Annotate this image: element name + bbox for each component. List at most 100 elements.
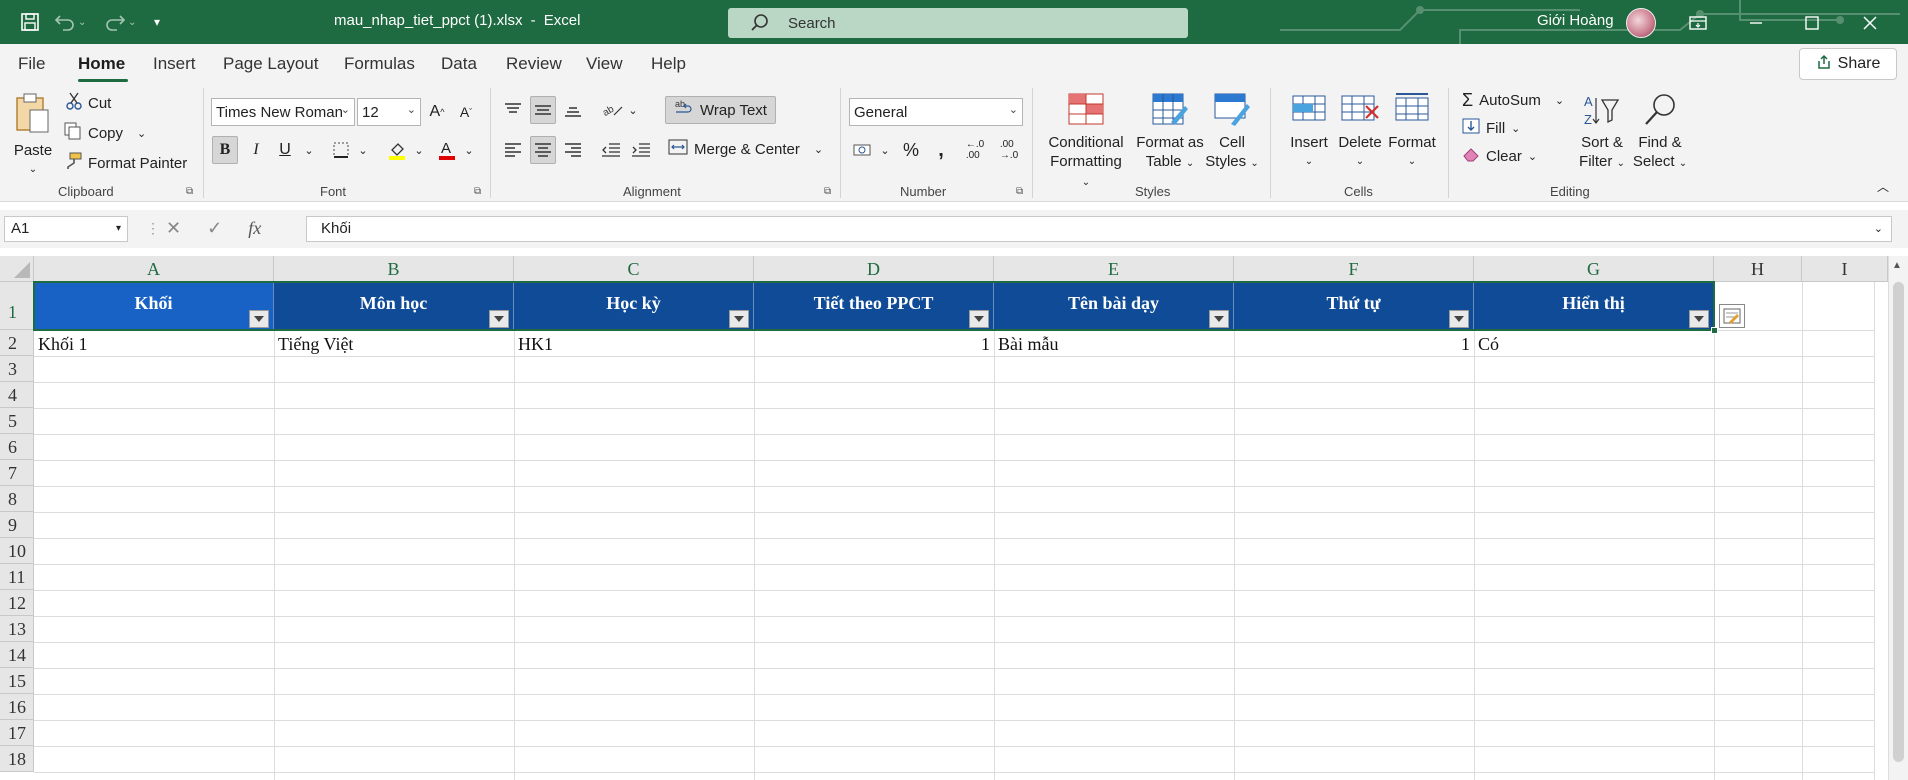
merge-center-button[interactable]: Merge & Center ⌄ xyxy=(668,138,823,160)
merge-dropdown-icon[interactable]: ⌄ xyxy=(814,143,823,156)
row-header-1[interactable]: 1 xyxy=(0,282,34,330)
cell-styles-button[interactable]: Cell Styles ⌄ xyxy=(1204,92,1260,173)
row-header-18[interactable]: 18 xyxy=(0,746,34,772)
format-cells-button[interactable]: Format ⌄ xyxy=(1388,92,1436,171)
decrease-indent-icon[interactable] xyxy=(598,136,624,164)
row-header-13[interactable]: 13 xyxy=(0,616,34,642)
italic-button[interactable]: I xyxy=(243,136,269,164)
filter-dropdown-icon[interactable] xyxy=(1689,310,1709,328)
row-header-8[interactable]: 8 xyxy=(0,486,34,512)
enter-icon[interactable]: ✓ xyxy=(207,218,222,239)
filter-dropdown-icon[interactable] xyxy=(489,310,509,328)
formula-input[interactable]: Khối ⌄ xyxy=(306,216,1892,242)
font-name-select[interactable]: Times New Roman ⌄ xyxy=(211,98,355,126)
maximize-icon[interactable] xyxy=(1800,12,1824,34)
row-header-5[interactable]: 5 xyxy=(0,408,34,434)
row-header-17[interactable]: 17 xyxy=(0,720,34,746)
table-cell[interactable]: Khối 1 xyxy=(34,332,274,356)
share-button[interactable]: Share xyxy=(1799,48,1897,80)
table-header-cell[interactable]: Học kỳ xyxy=(514,282,754,330)
save-icon[interactable] xyxy=(20,11,40,33)
clear-dropdown-icon[interactable]: ⌄ xyxy=(1528,150,1537,163)
scroll-up-icon[interactable]: ▲ xyxy=(1892,260,1902,271)
avatar[interactable] xyxy=(1626,8,1656,38)
quick-analysis-icon[interactable] xyxy=(1719,304,1745,328)
percent-icon[interactable]: % xyxy=(898,136,924,164)
copy-button[interactable]: Copy ⌄ xyxy=(64,122,146,144)
row-header-11[interactable]: 11 xyxy=(0,564,34,590)
increase-font-icon[interactable]: A ^ xyxy=(424,98,450,126)
autosum-dropdown-icon[interactable]: ⌄ xyxy=(1555,94,1564,107)
copy-dropdown-icon[interactable]: ⌄ xyxy=(137,127,146,140)
decrease-decimal-icon[interactable]: .00 →.0 xyxy=(996,136,1022,164)
tab-data[interactable]: Data xyxy=(441,54,477,74)
column-header-c[interactable]: C xyxy=(514,256,754,282)
tab-home[interactable]: Home xyxy=(78,54,125,74)
table-header-cell[interactable]: Thứ tự xyxy=(1234,282,1474,330)
comma-style-icon[interactable]: , xyxy=(928,136,954,164)
tab-page-layout[interactable]: Page Layout xyxy=(223,54,318,74)
accounting-dropdown-icon[interactable]: ⌄ xyxy=(872,136,898,164)
table-cell[interactable]: Tiếng Việt xyxy=(274,332,514,356)
row-header-16[interactable]: 16 xyxy=(0,694,34,720)
delete-cells-button[interactable]: Delete ⌄ xyxy=(1336,92,1384,171)
table-cell[interactable]: 1 xyxy=(1234,332,1474,356)
underline-dropdown-icon[interactable]: ⌄ xyxy=(296,136,322,164)
row-header-2[interactable]: 2 xyxy=(0,330,34,356)
vertical-scrollbar[interactable]: ▲ xyxy=(1888,256,1908,780)
table-cell[interactable]: HK1 xyxy=(514,332,754,356)
row-header-15[interactable]: 15 xyxy=(0,668,34,694)
column-header-h[interactable]: H xyxy=(1714,256,1802,282)
user-name[interactable]: Giới Hoàng xyxy=(1537,12,1614,29)
find-select-button[interactable]: Find & Select ⌄ xyxy=(1630,92,1690,173)
worksheet-grid[interactable]: A B C D E F G H I 1 2 3 4 5 6 7 8 9 10 1… xyxy=(0,256,1908,780)
align-right-icon[interactable] xyxy=(560,136,586,164)
align-bottom-icon[interactable] xyxy=(560,96,586,124)
increase-indent-icon[interactable] xyxy=(628,136,654,164)
fill-color-dropdown-icon[interactable]: ⌄ xyxy=(406,136,432,164)
row-header-6[interactable]: 6 xyxy=(0,434,34,460)
tab-help[interactable]: Help xyxy=(651,54,686,74)
row-header-7[interactable]: 7 xyxy=(0,460,34,486)
filter-dropdown-icon[interactable] xyxy=(729,310,749,328)
bold-button[interactable]: B xyxy=(212,136,238,164)
wrap-text-button[interactable]: ab Wrap Text xyxy=(665,96,776,124)
name-box[interactable]: A1 ▾ xyxy=(4,216,128,242)
row-header-14[interactable]: 14 xyxy=(0,642,34,668)
filter-dropdown-icon[interactable] xyxy=(1209,310,1229,328)
table-cell[interactable]: Bài mẫu xyxy=(994,332,1234,356)
table-header-cell[interactable]: Tiết theo PPCT xyxy=(754,282,994,330)
fill-button[interactable]: Fill ⌄ xyxy=(1462,118,1520,138)
table-cell[interactable]: Có xyxy=(1474,332,1714,356)
column-header-e[interactable]: E xyxy=(994,256,1234,282)
clipboard-launcher-icon[interactable]: ⧉ xyxy=(186,186,193,197)
align-middle-icon[interactable] xyxy=(530,96,556,124)
decrease-font-icon[interactable]: Aˇ xyxy=(453,98,479,126)
format-painter-button[interactable]: Format Painter xyxy=(64,152,187,174)
clear-button[interactable]: Clear ⌄ xyxy=(1462,146,1537,166)
column-header-i[interactable]: I xyxy=(1802,256,1888,282)
table-header-cell[interactable]: Tên bài dạy xyxy=(994,282,1234,330)
align-top-icon[interactable] xyxy=(500,96,526,124)
table-header-cell[interactable]: Môn học xyxy=(274,282,514,330)
number-format-select[interactable]: General ⌄ xyxy=(849,98,1023,126)
filter-dropdown-icon[interactable] xyxy=(249,310,269,328)
font-launcher-icon[interactable]: ⧉ xyxy=(474,186,481,197)
sort-filter-button[interactable]: AZ Sort & Filter ⌄ xyxy=(1572,92,1632,173)
font-color-dropdown-icon[interactable]: ⌄ xyxy=(456,136,482,164)
row-header-4[interactable]: 4 xyxy=(0,382,34,408)
column-header-a[interactable]: A xyxy=(34,256,274,282)
increase-decimal-icon[interactable]: ←.0.00 xyxy=(962,136,988,164)
row-header-3[interactable]: 3 xyxy=(0,356,34,382)
tab-formulas[interactable]: Formulas xyxy=(344,54,415,74)
cut-button[interactable]: Cut xyxy=(66,92,111,114)
fill-dropdown-icon[interactable]: ⌄ xyxy=(1511,122,1520,135)
insert-cells-button[interactable]: Insert ⌄ xyxy=(1284,92,1334,171)
customize-toolbar-icon[interactable]: ▾ xyxy=(154,11,160,33)
cancel-icon[interactable]: ✕ xyxy=(166,218,181,239)
table-header-cell[interactable]: Hiển thị xyxy=(1474,282,1714,330)
underline-button[interactable]: U xyxy=(272,136,298,164)
borders-dropdown-icon[interactable]: ⌄ xyxy=(350,136,376,164)
align-left-icon[interactable] xyxy=(500,136,526,164)
column-header-g[interactable]: G xyxy=(1474,256,1714,282)
